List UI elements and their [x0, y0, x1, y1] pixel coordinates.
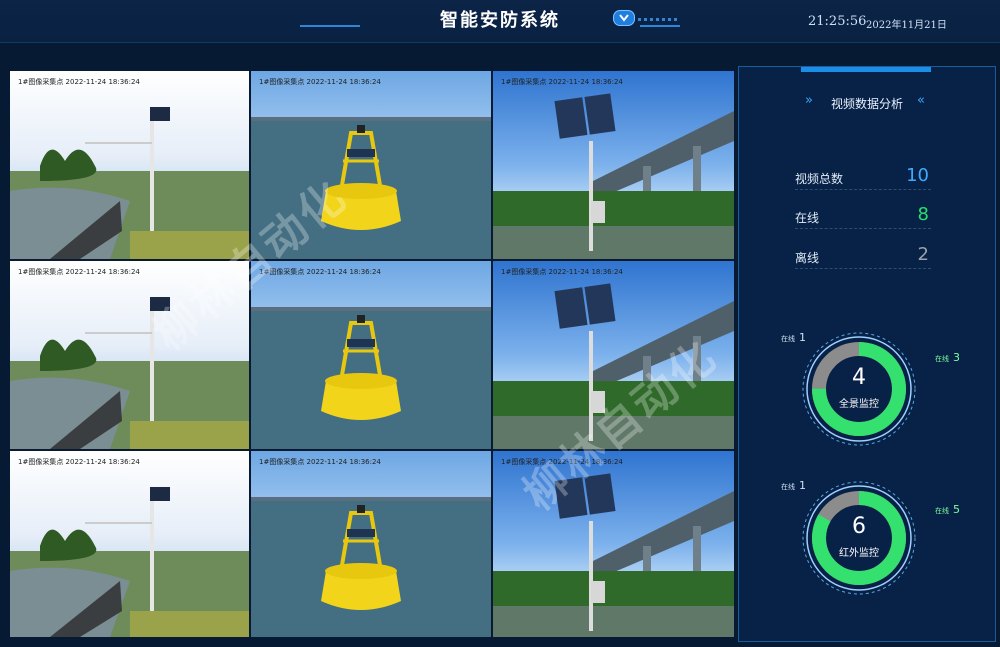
panorama-count: 4 — [852, 365, 866, 390]
river-pole-image — [10, 107, 249, 259]
camera-timestamp: 1#图像采集点 2022-11-24 18:36:24 — [259, 458, 381, 466]
stat-offline: 离线 2 — [795, 244, 931, 269]
clock-time: 21:25:56 — [808, 14, 867, 29]
panel-title: 视频数据分析 — [830, 97, 903, 111]
header-decor-dash — [638, 18, 678, 21]
stat-online: 在线 8 — [795, 204, 931, 229]
bridge-pole-image — [493, 93, 734, 259]
stat-online-label: 在线 — [795, 211, 820, 225]
camera-feed[interactable]: 1#图像采集点 2022-11-24 18:36:24 — [10, 71, 249, 259]
clock-date: 2022年11月21日 — [866, 20, 947, 31]
infrared-online-legend: 在线 5 — [935, 503, 960, 516]
camera-timestamp: 1#图像采集点 2022-11-24 18:36:24 — [18, 78, 140, 86]
panorama-label: 全景监控 — [839, 399, 879, 410]
stat-offline-label: 离线 — [795, 251, 820, 265]
infrared-donut: 6 红外监控 — [799, 478, 919, 598]
panorama-donut: 4 全景监控 — [799, 329, 919, 449]
camera-timestamp: 1#图像采集点 2022-11-24 18:36:24 — [18, 268, 140, 276]
chevron-left-icon: « — [917, 93, 925, 108]
infrared-label: 红外监控 — [839, 548, 879, 559]
panorama-online-legend: 在线 3 — [935, 351, 960, 364]
stat-total-label: 视频总数 — [795, 172, 844, 186]
stat-total-value: 10 — [906, 165, 929, 186]
camera-timestamp: 1#图像采集点 2022-11-24 18:36:24 — [501, 268, 623, 276]
buoy-image — [251, 307, 491, 449]
river-pole-image — [10, 487, 249, 637]
camera-feed[interactable]: 1#图像采集点 2022-11-24 18:36:24 — [493, 71, 734, 259]
camera-feed[interactable]: 1#图像采集点 2022-11-24 18:36:24 — [10, 451, 249, 637]
buoy-image — [251, 497, 491, 637]
camera-timestamp: 1#图像采集点 2022-11-24 18:36:24 — [18, 458, 140, 466]
camera-grid: 1#图像采集点 2022-11-24 18:36:24 1#图像采集点 2022… — [10, 71, 734, 637]
top-header: 智能安防系统 21:25:56 2022年11月21日 — [0, 0, 1000, 43]
panorama-offline-legend: 在线 1 — [781, 331, 806, 344]
camera-timestamp: 1#图像采集点 2022-11-24 18:36:24 — [501, 78, 623, 86]
header-decor-right — [640, 25, 680, 27]
chevron-down-icon[interactable] — [613, 10, 635, 26]
panel-accent-bar — [801, 67, 931, 72]
analysis-panel: » 视频数据分析 « 视频总数 10 在线 8 离线 2 4 全景监控 在线 1 … — [738, 66, 996, 642]
camera-feed[interactable]: 1#图像采集点 2022-11-24 18:36:24 — [251, 261, 491, 449]
infrared-count: 6 — [852, 514, 866, 539]
stat-offline-value: 2 — [917, 244, 929, 265]
camera-feed[interactable]: 1#图像采集点 2022-11-24 18:36:24 — [251, 451, 491, 637]
camera-timestamp: 1#图像采集点 2022-11-24 18:36:24 — [259, 78, 381, 86]
stat-online-value: 8 — [917, 204, 929, 225]
stat-total: 视频总数 10 — [795, 165, 931, 190]
infrared-offline-legend: 在线 1 — [781, 479, 806, 492]
